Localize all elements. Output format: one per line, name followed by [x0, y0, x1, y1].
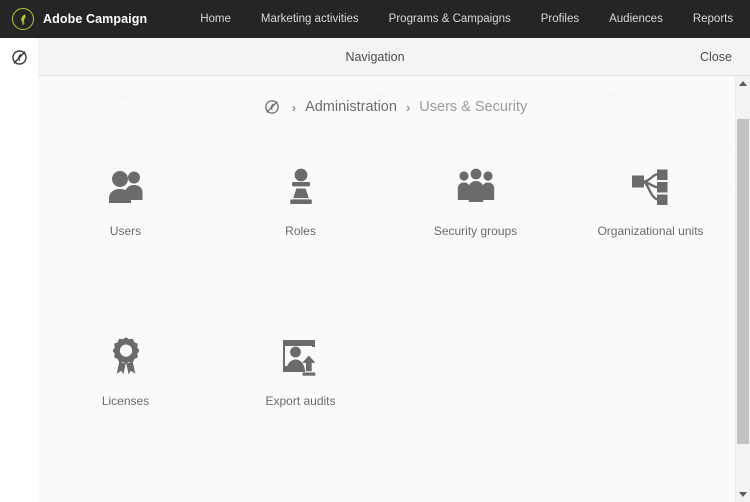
tile-roles[interactable]: Roles [213, 164, 388, 238]
breadcrumb-separator-icon: › [405, 99, 411, 115]
scroll-down-arrow-icon[interactable] [736, 487, 750, 502]
breadcrumb-item-users-security: Users & Security [419, 99, 528, 115]
topnav-item-marketing-activities[interactable]: Marketing activities [246, 0, 374, 38]
tile-label: Roles [285, 224, 316, 238]
scroll-up-arrow-icon[interactable] [736, 76, 750, 91]
tile-label: Security groups [433, 224, 518, 238]
export-image-icon [278, 334, 324, 380]
navigation-title: Navigation [345, 50, 405, 64]
award-ribbon-icon [103, 334, 149, 380]
pawn-icon [278, 164, 324, 210]
scrollbar-thumb[interactable] [737, 119, 749, 444]
tile-label: Users [109, 224, 142, 238]
tile-organizational-units[interactable]: Organizational units [563, 164, 738, 238]
users-icon [103, 164, 149, 210]
brand-name: Adobe Campaign [43, 12, 148, 26]
tile-label: Licenses [101, 394, 150, 408]
top-navigation-bar: Adobe Campaign Home Marketing activities… [0, 0, 750, 38]
vertical-scrollbar[interactable] [735, 76, 750, 502]
tile-export-audits[interactable]: Export audits [213, 334, 388, 408]
brand[interactable]: Adobe Campaign [12, 8, 147, 30]
adobe-campaign-logo-icon [12, 8, 34, 30]
group-of-people-icon [453, 164, 499, 210]
tile-label: Organizational units [597, 224, 704, 238]
navigation-overlay-panel: › Administration › Users & Security User… [38, 76, 750, 502]
navigation-tile-grid: Users Roles Security groups Organization… [38, 164, 738, 408]
top-navigation-items: Home Marketing activities Programs & Cam… [185, 0, 748, 38]
left-rail [0, 76, 38, 502]
hierarchy-tree-icon [628, 164, 674, 210]
breadcrumb-item-administration[interactable]: Administration [305, 99, 397, 115]
tile-label: Export audits [265, 394, 336, 408]
breadcrumb-separator-icon: › [291, 99, 297, 115]
topnav-item-programs-campaigns[interactable]: Programs & Campaigns [374, 0, 526, 38]
navigation-header-bar: Navigation Close [0, 38, 750, 76]
topnav-item-reports[interactable]: Reports [678, 0, 748, 38]
topnav-item-audiences[interactable]: Audiences [594, 0, 678, 38]
application-window: Adobe Campaign Home Marketing activities… [0, 0, 750, 502]
close-button[interactable]: Close [700, 38, 732, 76]
tile-users[interactable]: Users [38, 164, 213, 238]
tile-licenses[interactable]: Licenses [38, 334, 213, 408]
topnav-item-home[interactable]: Home [185, 0, 246, 38]
campaign-home-icon[interactable] [261, 96, 283, 118]
tile-security-groups[interactable]: Security groups [388, 164, 563, 238]
topnav-item-profiles[interactable]: Profiles [526, 0, 594, 38]
breadcrumb: › Administration › Users & Security [38, 86, 750, 128]
